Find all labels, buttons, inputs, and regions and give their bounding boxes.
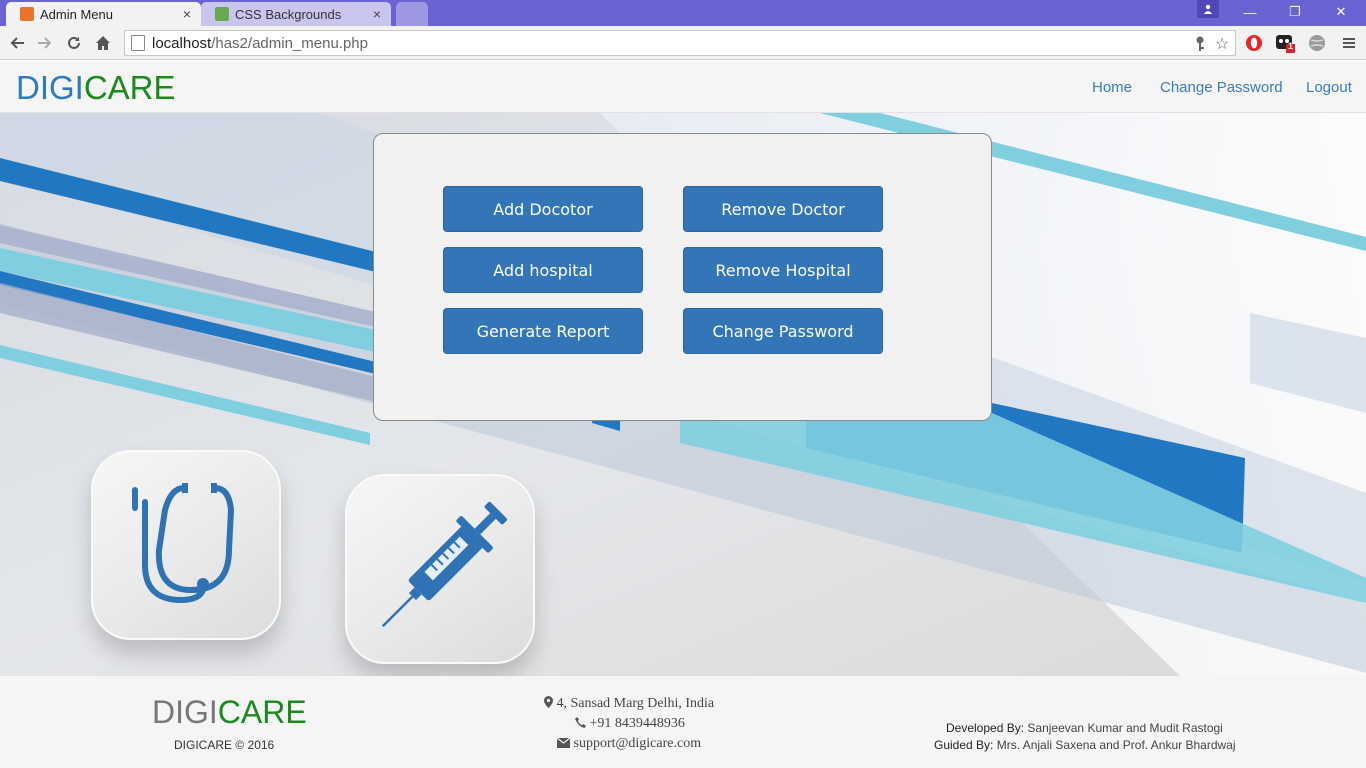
add-hospital-button[interactable]: Add hospital — [443, 247, 643, 293]
opera-extension-icon[interactable] — [1243, 32, 1265, 54]
developed-by-label: Developed By: — [946, 721, 1025, 735]
address-bar[interactable]: localhost/has2/admin_menu.php ☆ — [124, 30, 1236, 56]
footer-phone-text: +91 8439448936 — [589, 716, 685, 731]
logo-part-digi: DIGI — [16, 69, 84, 106]
browser-titlebar: Admin Menu × CSS Backgrounds × — ❐ ✕ — [0, 0, 1366, 26]
tab-title: Admin Menu — [40, 6, 113, 22]
page-icon — [131, 35, 145, 51]
tab-close-icon[interactable]: × — [177, 6, 197, 22]
extension-badge: 1 — [1288, 41, 1294, 51]
tab-title: CSS Backgrounds — [235, 6, 342, 22]
tab-close-icon[interactable]: × — [367, 6, 387, 22]
url-host: localhost — [152, 34, 212, 52]
map-marker-icon — [544, 696, 553, 708]
tab-admin-menu[interactable]: Admin Menu × — [6, 2, 201, 26]
site-footer: DIGICARE DIGICARE © 2016 4, Sansad Marg … — [0, 676, 1366, 768]
logo-part-care: CARE — [83, 69, 176, 106]
forward-arrow-icon — [38, 37, 52, 49]
syringe-icon — [381, 501, 508, 628]
new-tab-button[interactable] — [396, 2, 428, 26]
site-logo[interactable]: DIGICARE — [16, 69, 176, 107]
home-button[interactable] — [91, 31, 115, 55]
url-path: /has2/admin_menu.php — [211, 34, 368, 52]
close-window-button[interactable]: ✕ — [1318, 0, 1364, 24]
hero-background: Add Docotor Remove Doctor Add hospital R… — [0, 113, 1366, 676]
reload-button[interactable] — [62, 31, 86, 55]
profile-icon[interactable] — [1197, 0, 1219, 18]
guided-by-label: Guided By: — [934, 738, 994, 752]
footer-logo-part-digi: DIGI — [152, 694, 218, 730]
footer-logo-part-care: CARE — [217, 694, 307, 730]
forward-button[interactable] — [33, 31, 57, 55]
xampp-favicon-icon — [20, 7, 34, 21]
syringe-tile — [345, 474, 535, 664]
back-arrow-icon — [10, 37, 24, 49]
nav-change-password-link[interactable]: Change Password — [1160, 79, 1283, 96]
footer-copyright: DIGICARE © 2016 — [174, 738, 275, 752]
admin-menu-panel: Add Docotor Remove Doctor Add hospital R… — [373, 133, 992, 421]
footer-email[interactable]: support@digicare.com — [556, 736, 702, 752]
add-doctor-button[interactable]: Add Docotor — [443, 186, 643, 232]
reload-icon — [68, 36, 80, 49]
bookmark-star-icon[interactable]: ☆ — [1211, 33, 1233, 55]
guided-by-names: Mrs. Anjali Saxena and Prof. Ankur Bhard… — [996, 738, 1236, 752]
footer-address-text: 4, Sansad Marg Delhi, India — [556, 696, 715, 711]
nav-home-link[interactable]: Home — [1092, 79, 1132, 96]
nav-logout-link[interactable]: Logout — [1306, 79, 1352, 96]
w3schools-favicon-icon — [215, 7, 229, 21]
stethoscope-tile — [91, 450, 281, 640]
change-password-button[interactable]: Change Password — [683, 308, 883, 354]
footer-guided-by: Guided By: Mrs. Anjali Saxena and Prof. … — [934, 738, 1236, 752]
remove-doctor-button[interactable]: Remove Doctor — [683, 186, 883, 232]
menu-icon[interactable] — [1338, 32, 1360, 54]
url-text[interactable]: localhost/has2/admin_menu.php — [152, 35, 368, 52]
developed-by-names: Sanjeevan Kumar and Mudit Rastogi — [1027, 721, 1223, 735]
generate-report-button[interactable]: Generate Report — [443, 308, 643, 354]
site-header: DIGICARE Home Change Password Logout — [0, 61, 1366, 113]
remove-hospital-button[interactable]: Remove Hospital — [683, 247, 883, 293]
back-button[interactable] — [5, 31, 29, 55]
extension-icon[interactable]: 1 — [1274, 32, 1296, 54]
footer-phone: +91 8439448936 — [575, 716, 685, 732]
footer-developed-by: Developed By: Sanjeevan Kumar and Mudit … — [946, 721, 1223, 735]
minimize-button[interactable]: — — [1227, 0, 1273, 24]
home-icon — [96, 36, 110, 50]
footer-email-text: support@digicare.com — [573, 736, 702, 751]
stethoscope-icon — [132, 483, 235, 604]
envelope-icon — [556, 737, 571, 748]
browser-toolbar: localhost/has2/admin_menu.php ☆ 1 — [0, 26, 1366, 60]
phone-icon — [575, 717, 586, 728]
key-icon[interactable] — [1189, 33, 1211, 55]
globe-extension-icon[interactable] — [1306, 32, 1328, 54]
footer-logo: DIGICARE — [152, 694, 307, 731]
footer-address: 4, Sansad Marg Delhi, India — [544, 696, 714, 712]
restore-button[interactable]: ❐ — [1272, 0, 1318, 24]
tab-css-backgrounds[interactable]: CSS Backgrounds × — [201, 2, 391, 26]
